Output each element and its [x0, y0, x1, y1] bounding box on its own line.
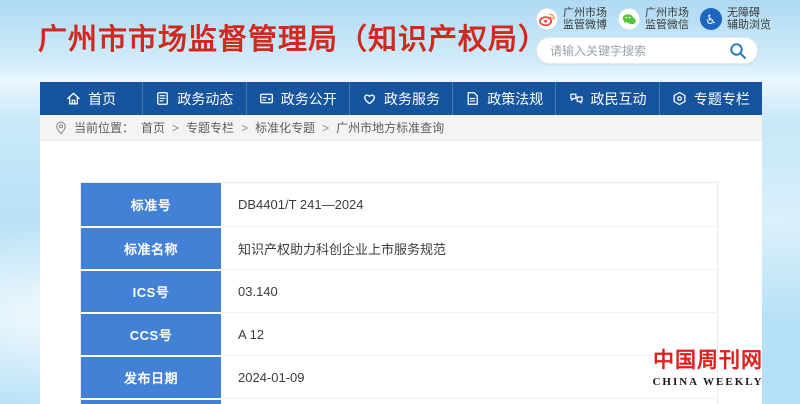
- row-value: [221, 398, 717, 404]
- breadcrumb: 当前位置： 首页 > 专题专栏 > 标准化专题 > 广州市地方标准查询: [40, 115, 762, 141]
- content-panel: 标准号 DB4401/T 241—2024 标准名称 知识产权助力科创企业上市服…: [40, 141, 762, 404]
- page: 广州市市场监督管理局（知识产权局） 广州市场 监管微博: [0, 0, 800, 404]
- badge-icon: [672, 91, 687, 106]
- table-row: 标准名称 知识产权助力科创企业上市服务规范: [81, 226, 717, 269]
- table-row: ICS号 03.140: [81, 269, 717, 312]
- breadcrumb-separator: >: [322, 121, 329, 135]
- home-icon: [66, 91, 81, 106]
- nav-item-zhengwu-dongtai[interactable]: 政务动态: [142, 82, 245, 115]
- table-row-partial: [81, 398, 717, 404]
- table-row: 标准号 DB4401/T 241—2024: [81, 183, 717, 226]
- standard-detail-table: 标准号 DB4401/T 241—2024 标准名称 知识产权助力科创企业上市服…: [80, 182, 718, 404]
- search-icon: [729, 42, 747, 60]
- row-value: 知识产权助力科创企业上市服务规范: [221, 226, 717, 269]
- accessibility-link[interactable]: ♿ 无障碍 辅助浏览: [700, 7, 771, 31]
- wechat-icon: [618, 8, 640, 30]
- law-doc-icon: [465, 91, 480, 106]
- breadcrumb-separator: >: [241, 121, 248, 135]
- wechat-link[interactable]: 广州市场 监管微信: [618, 7, 689, 31]
- row-value: DB4401/T 241—2024: [221, 183, 717, 226]
- breadcrumb-item-zhuanti[interactable]: 专题专栏: [186, 119, 234, 136]
- header-quick-links: 广州市场 监管微博 广州市场 监管微信 ♿ 无障碍 辅助浏览: [536, 7, 771, 31]
- chat-icon: [569, 91, 584, 106]
- weibo-icon: [536, 8, 558, 30]
- main-column: 首页 政务动态 政务公开 政: [40, 82, 762, 404]
- nav-item-zhuanti-zhuanlan[interactable]: 专题专栏: [659, 82, 762, 115]
- row-label: 标准号: [81, 183, 221, 226]
- row-label: 标准名称: [81, 226, 221, 269]
- table-row: 发布日期 2024-01-09: [81, 355, 717, 398]
- nav-item-zhengwu-gongkai[interactable]: 政务公开: [246, 82, 349, 115]
- nav-item-home[interactable]: 首页: [40, 82, 142, 115]
- weibo-link[interactable]: 广州市场 监管微博: [536, 7, 607, 31]
- nav-item-zhengmin-hudong[interactable]: 政民互动: [555, 82, 658, 115]
- wechat-label: 广州市场 监管微信: [645, 7, 689, 31]
- breadcrumb-prefix: 当前位置：: [74, 119, 134, 136]
- open-card-icon: [259, 91, 274, 106]
- search-button[interactable]: [729, 42, 747, 60]
- location-pin-icon: [55, 121, 67, 135]
- nav-item-zhengce-fagui[interactable]: 政策法规: [452, 82, 555, 115]
- heart-icon: [362, 91, 377, 106]
- site-title: 广州市市场监督管理局（知识产权局）: [38, 16, 548, 58]
- news-doc-icon: [155, 91, 170, 106]
- accessibility-label: 无障碍 辅助浏览: [727, 7, 771, 31]
- weibo-label: 广州市场 监管微博: [563, 7, 607, 31]
- search-input[interactable]: [550, 44, 729, 58]
- row-value: 2024-01-09: [221, 355, 717, 398]
- row-label: [81, 398, 221, 404]
- row-label: CCS号: [81, 312, 221, 355]
- breadcrumb-item-current: 广州市地方标准查询: [336, 119, 444, 136]
- row-value: 03.140: [221, 269, 717, 312]
- accessibility-icon: ♿: [700, 8, 722, 30]
- nav-item-zhengwu-fuwu[interactable]: 政务服务: [349, 82, 452, 115]
- row-value: A 12: [221, 312, 717, 355]
- row-label: ICS号: [81, 269, 221, 312]
- breadcrumb-separator: >: [172, 121, 179, 135]
- search-box: [536, 37, 758, 64]
- breadcrumb-item-biaozhunhua[interactable]: 标准化专题: [255, 119, 315, 136]
- table-row: CCS号 A 12: [81, 312, 717, 355]
- row-label: 发布日期: [81, 355, 221, 398]
- breadcrumb-item-home[interactable]: 首页: [141, 119, 165, 136]
- main-nav: 首页 政务动态 政务公开 政: [40, 82, 762, 115]
